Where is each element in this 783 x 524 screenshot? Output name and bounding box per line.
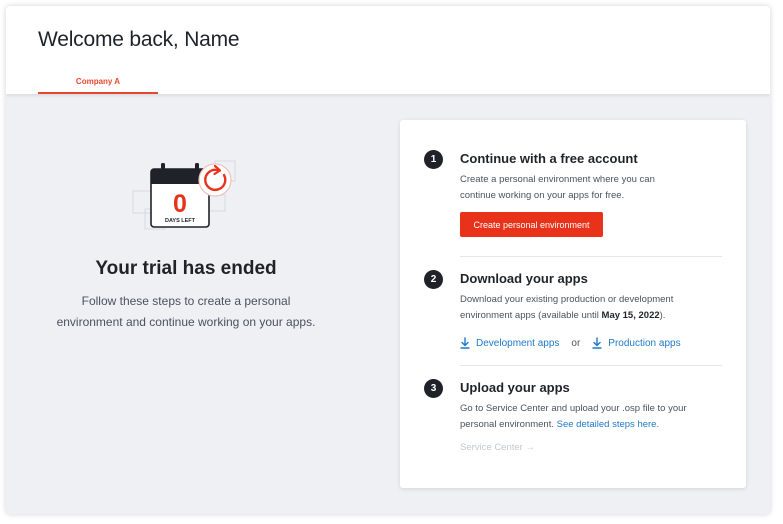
days-left-value: 0 — [173, 190, 187, 218]
refresh-icon — [198, 163, 232, 197]
service-center-link[interactable]: Service Center → — [460, 442, 535, 453]
text-fragment: personal environment. — [460, 418, 557, 430]
development-apps-label: Development apps — [476, 337, 560, 349]
step-text-line: environment apps (available until May 15… — [460, 308, 722, 324]
description-line: Follow these steps to create a personal — [81, 294, 291, 308]
page-header: Welcome back, Name Company A — [6, 6, 770, 94]
step-free-account: 1 Continue with a free account Create a … — [424, 150, 722, 250]
step-description: Create a personal environment where you … — [460, 172, 722, 203]
or-separator: or — [571, 337, 581, 349]
step-title: Continue with a free account — [460, 151, 638, 166]
download-icon — [592, 337, 602, 349]
steps-card: 1 Continue with a free account Create a … — [400, 120, 746, 488]
text-fragment: ). — [659, 309, 666, 321]
page-title: Welcome back, Name — [38, 28, 240, 51]
production-apps-label: Production apps — [608, 337, 681, 349]
calendar-icon: 0 DAYS LEFT — [132, 160, 236, 230]
days-left-label: DAYS LEFT — [165, 218, 196, 224]
divider — [460, 365, 722, 366]
step-text-line: Create a personal environment where you … — [460, 174, 655, 185]
step-number: 3 — [424, 379, 443, 398]
development-apps-link[interactable]: Development apps — [460, 337, 559, 349]
download-links: Development apps or Production apps — [460, 336, 681, 350]
description-line: environment and continue working on your… — [56, 315, 316, 329]
step-text-line: continue working on your apps for free. — [460, 189, 625, 201]
tab-company-a[interactable]: Company A — [38, 71, 158, 94]
step-number: 2 — [424, 270, 443, 289]
trial-ended-title: Your trial has ended — [95, 258, 277, 279]
step-text-line: Download your existing production or dev… — [460, 294, 674, 305]
step-number: 1 — [424, 150, 443, 169]
step-title: Download your apps — [460, 271, 588, 286]
production-apps-link[interactable]: Production apps — [592, 337, 681, 349]
divider — [460, 256, 722, 257]
step-upload-apps: 3 Upload your apps Go to Service Center … — [424, 379, 722, 469]
detailed-steps-link[interactable]: See detailed steps here. — [557, 419, 659, 430]
create-personal-environment-button[interactable]: Create personal environment — [460, 212, 603, 237]
download-icon — [460, 337, 470, 349]
text-fragment: environment apps (available until — [460, 309, 602, 321]
step-text-line: Go to Service Center and upload your .os… — [460, 403, 687, 414]
step-description: Go to Service Center and upload your .os… — [460, 401, 722, 432]
step-download-apps: 2 Download your apps Download your exist… — [424, 270, 722, 360]
app-window: Welcome back, Name Company A 0 DAYS LEFT… — [6, 6, 770, 514]
step-text-line: personal environment. See detailed steps… — [460, 417, 722, 433]
step-title: Upload your apps — [460, 380, 570, 395]
availability-date: May 15, 2022 — [601, 309, 660, 321]
step-description: Download your existing production or dev… — [460, 292, 722, 323]
trial-ended-description: Follow these steps to create a personal … — [36, 291, 336, 333]
